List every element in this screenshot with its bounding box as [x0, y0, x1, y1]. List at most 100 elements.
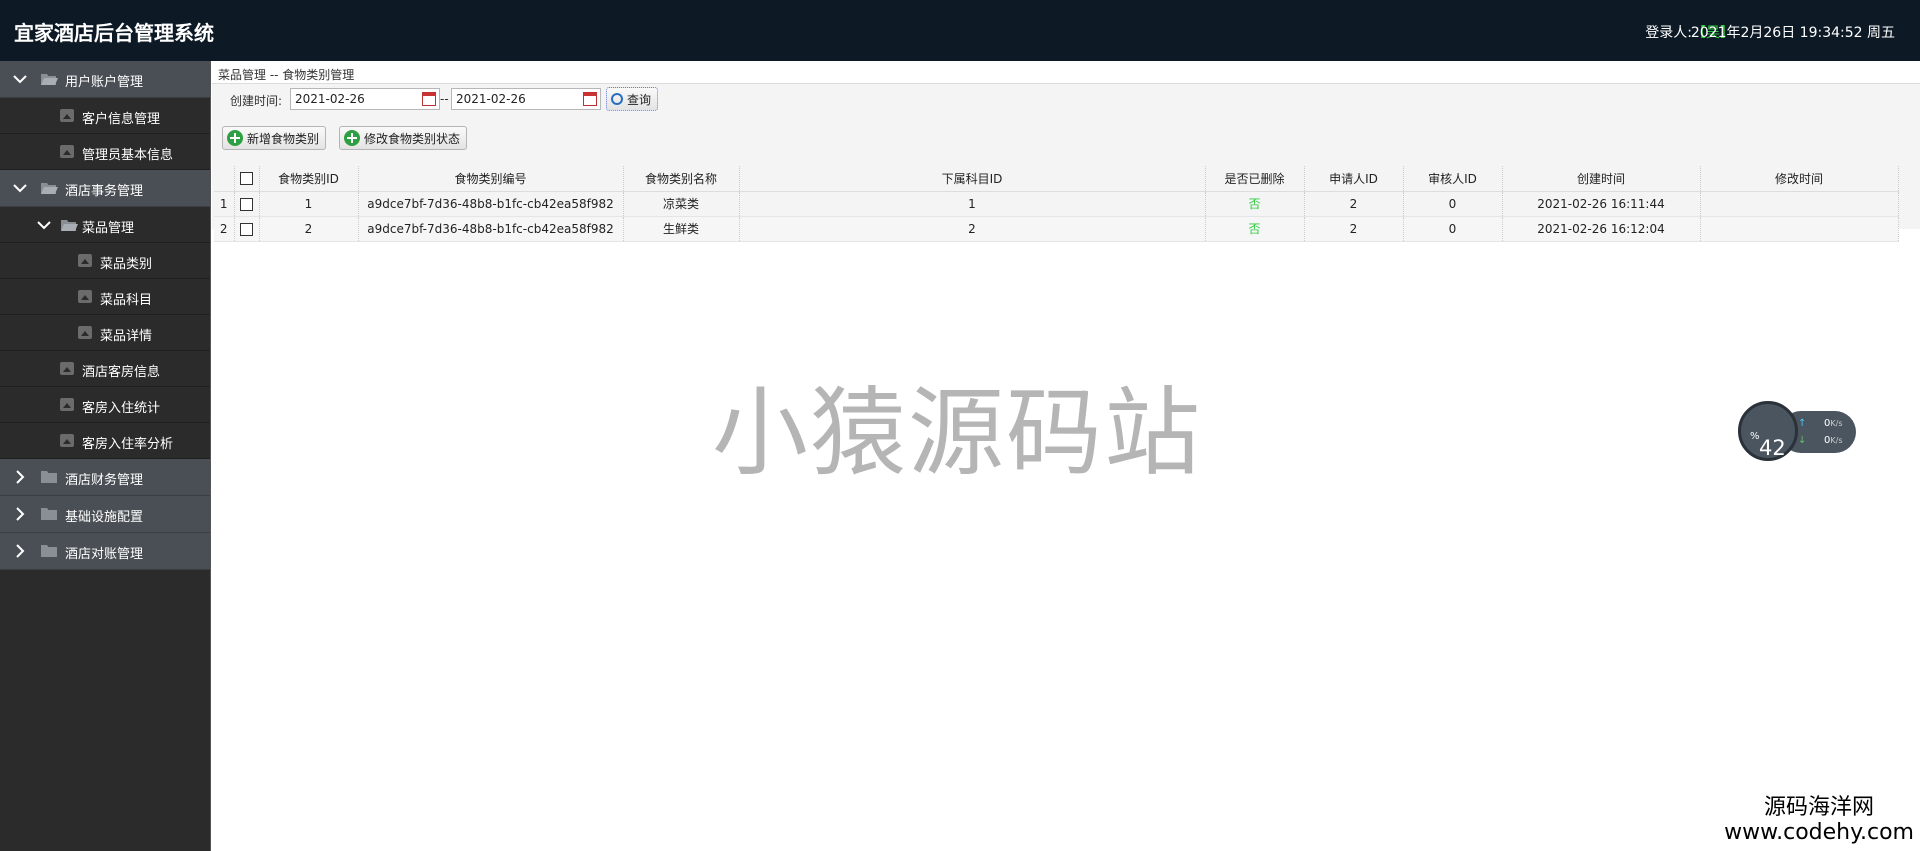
calendar-icon[interactable]	[583, 92, 597, 106]
sidebar-item-dish-management[interactable]: 菜品管理	[0, 207, 210, 243]
image-icon	[60, 109, 74, 122]
sidebar-item-checkin-stats[interactable]: 客房入住统计	[0, 387, 210, 423]
select-all-checkbox[interactable]	[240, 172, 253, 186]
table-row[interactable]: 2 2 a9dce7bf-7d36-48b8-b1fc-cb42ea58f982…	[214, 216, 1899, 242]
chevron-down-icon	[37, 221, 51, 230]
table-cell: 否	[1205, 216, 1305, 242]
sidebar-item-label: 酒店对账管理	[65, 547, 144, 562]
column-header[interactable]: 申请人ID	[1304, 166, 1404, 192]
row-checkbox[interactable]	[240, 222, 253, 236]
sidebar-item-label: 客房入住统计	[82, 401, 161, 416]
sidebar-item-occupancy-analysis[interactable]: 客房入住率分析	[0, 423, 210, 459]
edit-status-label: 修改食物类别状态	[364, 131, 461, 146]
sidebar-group-finance[interactable]: 酒店财务管理	[0, 459, 210, 496]
sidebar-item-label: 酒店客房信息	[82, 365, 161, 380]
app-title: 宜家酒店后台管理系统	[14, 21, 214, 45]
sidebar-item-dish-category[interactable]: 菜品类别	[0, 243, 210, 279]
sidebar-item-dish-subject[interactable]: 菜品科目	[0, 279, 210, 315]
row-number: 1	[214, 191, 235, 217]
table-cell: 1	[259, 191, 359, 217]
column-header[interactable]: 食物类别编号	[358, 166, 624, 192]
sidebar-item-label: 管理员基本信息	[82, 148, 174, 163]
folder-icon	[41, 508, 57, 520]
table-cell: 1	[739, 191, 1206, 217]
table-row[interactable]: 1 1 a9dce7bf-7d36-48b8-b1fc-cb42ea58f982…	[214, 191, 1899, 217]
image-icon	[60, 434, 74, 447]
sidebar-item-label: 客房入住率分析	[82, 437, 174, 452]
rownum-header	[214, 166, 235, 192]
sidebar-item-label: 菜品科目	[100, 293, 153, 308]
datetime-display: 2021年2月26日 19:34:52 周五	[1690, 25, 1895, 41]
arrow-up-icon: ↑	[1798, 418, 1807, 429]
edit-status-button[interactable]: 修改食物类别状态	[339, 126, 468, 150]
table-cell: 2	[1304, 216, 1404, 242]
sidebar-item-admin-info[interactable]: 管理员基本信息	[0, 134, 210, 170]
breadcrumb: 菜品管理 -- 食物类别管理	[218, 68, 355, 82]
top-header: 宜家酒店后台管理系统 登录人:【吴】 2021年2月26日 19:34:52 周…	[0, 0, 1920, 61]
add-category-label: 新增食物类别	[247, 131, 320, 146]
sidebar-group-reconciliation[interactable]: 酒店对账管理	[0, 533, 210, 570]
column-header[interactable]: 是否已删除	[1205, 166, 1305, 192]
image-icon	[60, 398, 74, 411]
network-speed-widget[interactable]: ↑ 0K/s ↓ 0K/s 42%	[1738, 401, 1858, 463]
sidebar-item-customer-info[interactable]: 客户信息管理	[0, 98, 210, 134]
add-category-button[interactable]: 新增食物类别	[222, 126, 327, 150]
sidebar-group-user-accounts[interactable]: 用户账户管理	[0, 61, 210, 98]
folder-open-icon	[41, 183, 58, 194]
add-icon	[344, 130, 360, 146]
table-cell: 0	[1403, 191, 1503, 217]
column-header[interactable]: 下属科目ID	[739, 166, 1206, 192]
column-header[interactable]: 创建时间	[1502, 166, 1701, 192]
download-unit: K/s	[1830, 436, 1843, 445]
folder-open-icon	[41, 74, 58, 85]
row-checkbox[interactable]	[240, 197, 253, 211]
chevron-right-icon	[16, 544, 25, 558]
column-header[interactable]: 审核人ID	[1403, 166, 1503, 192]
table-cell: 2021-02-26 16:12:04	[1502, 216, 1701, 242]
folder-icon	[41, 471, 57, 483]
table-cell: 2	[259, 216, 359, 242]
sidebar-group-hotel-affairs[interactable]: 酒店事务管理	[0, 170, 210, 207]
image-icon	[78, 326, 92, 339]
row-number: 2	[214, 216, 235, 242]
table-cell: 2	[1304, 191, 1404, 217]
sidebar-item-room-info[interactable]: 酒店客房信息	[0, 351, 210, 387]
upload-unit: K/s	[1830, 419, 1843, 428]
sidebar-item-label: 菜品类别	[100, 257, 153, 272]
select-all-cell	[234, 166, 260, 192]
sidebar-item-label: 基础设施配置	[65, 510, 144, 525]
row-select-cell	[234, 191, 260, 217]
sidebar-group-facilities[interactable]: 基础设施配置	[0, 496, 210, 533]
table-cell: 凉菜类	[623, 191, 740, 217]
date-from-input[interactable]: 2021-02-26	[290, 88, 440, 110]
sidebar-item-label: 客户信息管理	[82, 112, 161, 127]
date-to-value: 2021-02-26	[456, 92, 526, 106]
sidebar-item-label: 用户账户管理	[65, 75, 144, 90]
table-cell: 2	[739, 216, 1206, 242]
calendar-icon[interactable]	[422, 92, 436, 106]
image-icon	[60, 145, 74, 158]
sidebar-nav: 用户账户管理 客户信息管理 管理员基本信息 酒店事务管理 菜品管理 菜品类别 菜…	[0, 61, 211, 851]
date-to-input[interactable]: 2021-02-26	[451, 88, 601, 110]
sidebar-item-label: 菜品管理	[82, 221, 135, 236]
sidebar-item-label: 酒店事务管理	[65, 184, 144, 199]
search-button[interactable]: 查询	[606, 87, 659, 111]
date-from-value: 2021-02-26	[295, 92, 365, 106]
table-cell: a9dce7bf-7d36-48b8-b1fc-cb42ea58f982	[358, 216, 624, 242]
column-header[interactable]: 食物类别名称	[623, 166, 740, 192]
created-time-label: 创建时间:	[230, 94, 283, 108]
arrow-down-icon: ↓	[1798, 435, 1807, 446]
table-cell: 否	[1205, 191, 1305, 217]
chevron-right-icon	[16, 470, 25, 484]
row-select-cell	[234, 216, 260, 242]
sidebar-item-dish-detail[interactable]: 菜品详情	[0, 315, 210, 351]
chevron-down-icon	[13, 75, 27, 84]
table-cell	[1700, 216, 1899, 242]
column-header[interactable]: 修改时间	[1700, 166, 1899, 192]
image-icon	[60, 362, 74, 375]
column-header[interactable]: 食物类别ID	[259, 166, 359, 192]
table-cell: a9dce7bf-7d36-48b8-b1fc-cb42ea58f982	[358, 191, 624, 217]
category-table: 食物类别ID 食物类别编号 食物类别名称 下属科目ID 是否已删除 申请人ID …	[214, 166, 1899, 242]
date-separator: --	[440, 92, 449, 106]
sidebar-item-label: 菜品详情	[100, 329, 153, 344]
